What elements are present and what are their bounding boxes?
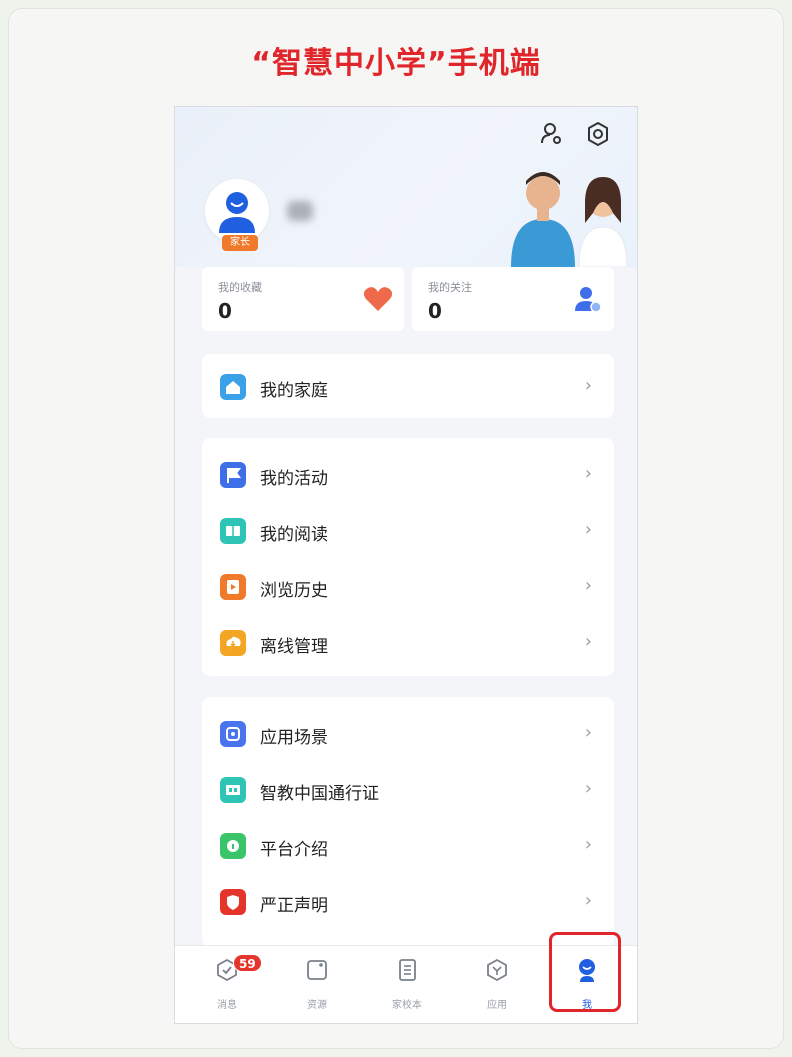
menu-item-label: 离线管理 xyxy=(260,637,328,657)
profile-header: 家长 xyxy=(175,107,637,267)
chevron-right-icon: › xyxy=(584,722,592,743)
slide-title: “智慧中小学”手机端 xyxy=(251,46,541,81)
menu-item-my-reading[interactable]: 我的阅读 › xyxy=(202,502,614,558)
chevron-right-icon: › xyxy=(584,519,592,540)
stat-label: 我的关注 xyxy=(428,281,472,294)
menu-item-label: 我的阅读 xyxy=(260,525,328,545)
history-icon xyxy=(220,574,246,600)
menu-item-label: 浏览历史 xyxy=(260,581,328,601)
stat-value: 0 xyxy=(218,299,232,323)
menu-item-application-scenarios[interactable]: 应用场景 › xyxy=(202,705,614,761)
tab-resources[interactable]: 资源 xyxy=(277,946,357,1023)
chevron-right-icon: › xyxy=(584,631,592,652)
chevron-right-icon: › xyxy=(584,375,592,396)
menu-item-label: 应用场景 xyxy=(260,728,328,748)
chevron-right-icon: › xyxy=(584,575,592,596)
tab-label: 家校本 xyxy=(392,1000,422,1011)
menu-item-platform-intro[interactable]: 平台介绍 › xyxy=(202,817,614,873)
menu-item-offline-management[interactable]: 离线管理 › xyxy=(202,614,614,670)
stat-favorites[interactable]: 我的收藏 0 xyxy=(202,267,404,331)
me-tab-highlight-box xyxy=(549,932,621,1012)
menu-group-family: 我的家庭 › xyxy=(202,354,614,418)
resource-icon xyxy=(307,960,327,980)
menu-item-education-pass[interactable]: 智教中国通行证 › xyxy=(202,761,614,817)
menu-group-activity: 我的活动 › 我的阅读 › 浏览历史 › 离线管理 › xyxy=(202,438,614,676)
notebook-icon xyxy=(399,959,416,981)
menu-item-my-family[interactable]: 我的家庭 › xyxy=(202,358,614,414)
menu-group-platform: 应用场景 › 智教中国通行证 › 平台介绍 › 严正声明 › xyxy=(202,697,614,947)
menu-item-label: 智教中国通行证 xyxy=(260,784,379,804)
tab-apps[interactable]: 应用 xyxy=(457,946,537,1023)
heart-icon xyxy=(363,287,393,311)
tab-label: 消息 xyxy=(217,1000,237,1011)
chevron-right-icon: › xyxy=(584,463,592,484)
info-icon xyxy=(220,833,246,859)
chevron-right-icon: › xyxy=(584,834,592,855)
pass-card-icon xyxy=(220,777,246,803)
menu-item-solemn-statement[interactable]: 严正声明 › xyxy=(202,873,614,929)
apps-icon xyxy=(487,958,507,982)
role-badge: 家长 xyxy=(222,235,258,251)
tab-label: 应用 xyxy=(487,1000,507,1011)
family-illustration xyxy=(511,172,628,267)
stat-value: 0 xyxy=(428,299,442,323)
menu-item-label: 平台介绍 xyxy=(260,840,328,860)
stat-following[interactable]: 我的关注 0 xyxy=(412,267,614,331)
unread-count-badge: 59 xyxy=(233,954,262,972)
follow-user-icon xyxy=(575,287,602,313)
avatar-person-icon xyxy=(219,192,255,233)
settings-icon[interactable] xyxy=(585,121,611,147)
home-icon xyxy=(220,374,246,400)
tab-messages[interactable]: 59 消息 xyxy=(187,946,267,1023)
menu-item-label: 我的活动 xyxy=(260,469,328,489)
menu-item-label: 我的家庭 xyxy=(260,381,328,401)
tab-home-school-notebook[interactable]: 家校本 xyxy=(367,946,447,1023)
chevron-right-icon: › xyxy=(584,778,592,799)
user-switch-icon[interactable] xyxy=(539,121,565,147)
menu-item-browse-history[interactable]: 浏览历史 › xyxy=(202,558,614,614)
stat-label: 我的收藏 xyxy=(218,281,262,294)
shield-icon xyxy=(220,889,246,915)
menu-item-my-activity[interactable]: 我的活动 › xyxy=(202,446,614,502)
reading-icon xyxy=(220,518,246,544)
tab-label: 资源 xyxy=(307,1000,327,1011)
chevron-right-icon: › xyxy=(584,890,592,911)
flag-icon xyxy=(220,462,246,488)
download-icon xyxy=(220,630,246,656)
scene-icon xyxy=(220,721,246,747)
phone-screen: 家长 我的收藏 0 我的关注 0 我的家庭 › 我的活动 › 我的阅读 › 浏览… xyxy=(174,106,638,1024)
avatar[interactable] xyxy=(205,179,269,243)
user-name-blurred xyxy=(287,201,313,221)
menu-item-label: 严正声明 xyxy=(260,896,328,916)
